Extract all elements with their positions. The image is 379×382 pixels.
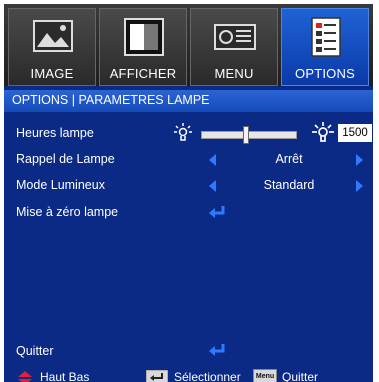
enter-icon[interactable] [208,205,226,222]
tab-label: OPTIONS [295,66,355,81]
footer-help-bar: Haut Bas Sélectionner Menu Quitter [4,368,373,382]
arrow-right-icon[interactable] [356,180,363,192]
quit-label: Quitter [16,344,54,358]
tab-label: IMAGE [30,66,74,81]
page-title-bar: OPTIONS | PARAMETRES LAMPE [4,90,373,112]
row-lamp-hours[interactable]: Heures lampe 1500 [4,122,373,146]
tab-label: AFFICHER [109,66,177,81]
lamp-hours-value: 1500 [338,124,372,142]
row-lamp-reset[interactable]: Mise à zéro lampe [4,201,373,225]
bulb-dim-icon [174,123,192,146]
osd-menu: IMAGE AFFICHER MENU OPTIONS OPTIONS | PA… [4,4,373,382]
slider-handle[interactable] [243,126,249,144]
lamp-hours-label: Heures lampe [16,126,94,140]
footer-select-label: Sélectionner [174,370,241,382]
lamp-reset-label: Mise à zéro lampe [16,205,119,219]
arrow-right-icon[interactable] [356,154,363,166]
brightness-mode-label: Mode Lumineux [16,178,105,192]
menu-key-icon: Menu [253,369,277,382]
image-icon [31,15,75,59]
page-title: OPTIONS | PARAMETRES LAMPE [12,93,210,107]
footer-move-label: Haut Bas [40,370,90,382]
display-icon [122,15,166,59]
lamp-reminder-value: Arrêt [275,152,303,166]
tab-options[interactable]: OPTIONS [281,8,369,86]
enter-key-icon [145,369,169,382]
lamp-hours-slider[interactable] [201,126,297,144]
tab-afficher[interactable]: AFFICHER [99,8,187,86]
footer-quit-label: Quitter [282,370,319,382]
projector-icon [213,15,257,59]
enter-icon[interactable] [208,343,226,360]
menu-key-label: Menu [255,373,275,380]
tab-bar: IMAGE AFFICHER MENU OPTIONS [4,4,373,86]
tab-label: MENU [214,66,254,81]
bulb-bright-icon [312,122,334,147]
tab-menu[interactable]: MENU [190,8,278,86]
row-quit[interactable]: Quitter [4,340,373,364]
tab-image[interactable]: IMAGE [8,8,96,86]
lamp-reminder-label: Rappel de Lampe [16,152,115,166]
options-icon [304,15,348,59]
brightness-mode-value: Standard [263,178,315,192]
row-brightness-mode[interactable]: Mode Lumineux Standard [4,174,373,198]
row-lamp-reminder[interactable]: Rappel de Lampe Arrêt [4,148,373,172]
updown-icon [18,371,32,382]
